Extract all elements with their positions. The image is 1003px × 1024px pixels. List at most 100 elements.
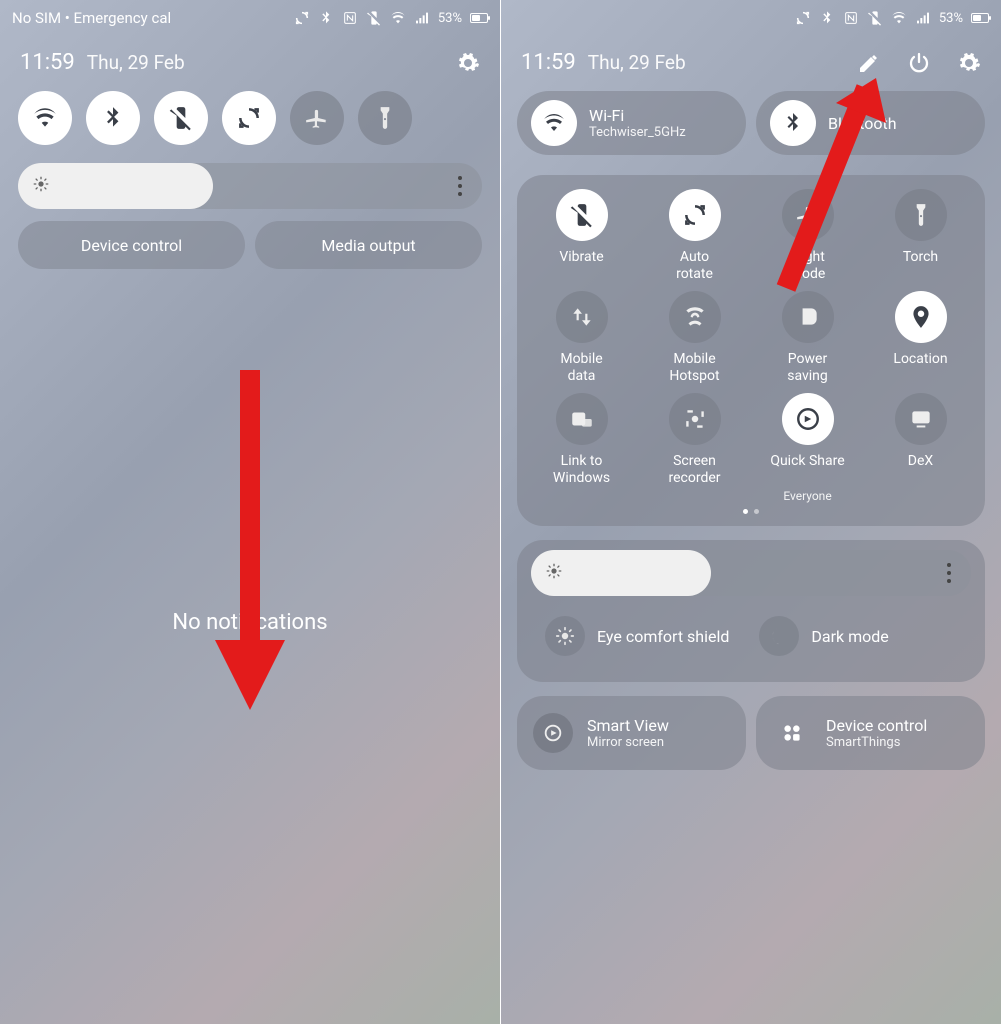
tile-label: Auto rotate (676, 249, 713, 283)
qs-tile-vibrate[interactable]: Vibrate (527, 189, 636, 283)
brightness-card: Eye comfort shield Dark mode (517, 540, 985, 682)
qs-airplane-toggle[interactable] (290, 91, 344, 145)
bluetooth-icon (770, 100, 816, 146)
bluetooth-icon (318, 10, 334, 26)
qs-tile-link[interactable]: Link to Windows (527, 393, 636, 503)
link-icon (556, 393, 608, 445)
dark-mode-icon (759, 616, 799, 656)
wifi-title: Wi-Fi (589, 106, 686, 125)
device-control-icon (772, 713, 812, 753)
settings-button[interactable] (456, 51, 480, 75)
bluetooth-icon (819, 10, 835, 26)
device-control-button[interactable]: Device control (18, 221, 245, 269)
panel-header: 11:59 Thu, 29 Feb (0, 36, 500, 85)
qs-tile-quickshare[interactable]: Quick Share Everyone (753, 393, 862, 503)
device-control-title: Device control (826, 716, 927, 735)
tile-label: DeX (908, 453, 933, 487)
bluetooth-tile[interactable]: Bluetooth (756, 91, 985, 155)
page-dots[interactable] (527, 503, 975, 514)
status-left: No SIM • Emergency cal (12, 9, 171, 27)
qs-wifi-toggle[interactable] (18, 91, 72, 145)
status-bar: 53% (501, 0, 1001, 36)
eye-comfort-toggle[interactable]: Eye comfort shield (545, 616, 729, 656)
hotspot-icon (669, 291, 721, 343)
status-right: 53% (294, 10, 488, 26)
qs-tile-mobiledata[interactable]: Mobile data (527, 291, 636, 385)
smart-view-button[interactable]: Smart ViewMirror screen (517, 696, 746, 770)
quick-settings-row (0, 85, 500, 157)
date[interactable]: Thu, 29 Feb (87, 51, 185, 74)
signal-icon (414, 10, 430, 26)
status-text: No SIM • Emergency cal (12, 9, 171, 27)
qs-tile-powersave[interactable]: Power saving (753, 291, 862, 385)
tile-label: Quick Share (770, 453, 844, 487)
brightness-slider[interactable] (18, 163, 482, 209)
status-right: 53% (795, 10, 989, 26)
tile-sublabel: Everyone (783, 489, 831, 503)
battery-text: 53% (939, 11, 963, 26)
device-control-button[interactable]: Device controlSmartThings (756, 696, 985, 770)
battery-icon (971, 13, 989, 23)
mute-icon (867, 10, 883, 26)
edit-button[interactable] (857, 51, 881, 75)
qs-rotate-toggle[interactable] (222, 91, 276, 145)
qs-grid-card: Vibrate Auto rotate Flight mode Torch Mobile… (517, 175, 985, 526)
tile-label: Mobile data (560, 351, 602, 385)
nfc-icon (843, 10, 859, 26)
smart-view-icon (533, 713, 573, 753)
battery-icon (470, 13, 488, 23)
device-control-label: Device control (81, 236, 182, 255)
qs-torch-toggle[interactable] (358, 91, 412, 145)
dex-icon (895, 393, 947, 445)
sync-icon (795, 10, 811, 26)
powersave-icon (782, 291, 834, 343)
dark-mode-toggle[interactable]: Dark mode (759, 616, 888, 656)
mute-icon (366, 10, 382, 26)
wifi-icon (531, 100, 577, 146)
tile-label: Location (893, 351, 947, 385)
qs-tile-dex[interactable]: DeX (866, 393, 975, 503)
sync-icon (294, 10, 310, 26)
tile-label: Link to Windows (553, 453, 610, 487)
power-button[interactable] (907, 51, 931, 75)
qs-tile-airplane[interactable]: Flight mode (753, 189, 862, 283)
wifi-icon (891, 10, 907, 26)
wifi-subtitle: Techwiser_5GHz (589, 125, 686, 140)
tile-label: Mobile Hotspot (669, 351, 719, 385)
tile-label: Flight mode (790, 249, 826, 283)
clock[interactable]: 11:59 (20, 50, 75, 75)
wifi-tile[interactable]: Wi-Fi Techwiser_5GHz (517, 91, 746, 155)
eye-comfort-icon (545, 616, 585, 656)
qs-tile-hotspot[interactable]: Mobile Hotspot (640, 291, 749, 385)
location-icon (895, 291, 947, 343)
smart-view-title: Smart View (587, 716, 669, 735)
qs-bluetooth-toggle[interactable] (86, 91, 140, 145)
mobiledata-icon (556, 291, 608, 343)
tile-label: Screen recorder (668, 453, 720, 487)
screen-notification-shade: No SIM • Emergency cal 53% 11:59 Thu, 29… (0, 0, 501, 1024)
eye-comfort-label: Eye comfort shield (597, 627, 729, 646)
wifi-icon (390, 10, 406, 26)
qs-tile-screenrec[interactable]: Screen recorder (640, 393, 749, 503)
qs-tile-location[interactable]: Location (866, 291, 975, 385)
screen-quick-settings-expanded: 53% 11:59 Thu, 29 Feb Wi-Fi Techwiser_5G… (501, 0, 1002, 1024)
tile-label: Torch (903, 249, 938, 283)
autorotate-icon (669, 189, 721, 241)
brightness-more-button[interactable] (947, 563, 951, 583)
qs-tile-autorotate[interactable]: Auto rotate (640, 189, 749, 283)
tile-label: Vibrate (559, 249, 603, 283)
date[interactable]: Thu, 29 Feb (588, 51, 686, 74)
battery-text: 53% (438, 11, 462, 26)
airplane-icon (782, 189, 834, 241)
brightness-icon (545, 562, 563, 584)
qs-sound-toggle[interactable] (154, 91, 208, 145)
settings-button[interactable] (957, 51, 981, 75)
clock[interactable]: 11:59 (521, 50, 576, 75)
brightness-slider[interactable] (531, 550, 971, 596)
brightness-more-button[interactable] (458, 176, 462, 196)
status-bar: No SIM • Emergency cal 53% (0, 0, 500, 36)
media-output-button[interactable]: Media output (255, 221, 482, 269)
qs-tile-torch[interactable]: Torch (866, 189, 975, 283)
screenrec-icon (669, 393, 721, 445)
nfc-icon (342, 10, 358, 26)
